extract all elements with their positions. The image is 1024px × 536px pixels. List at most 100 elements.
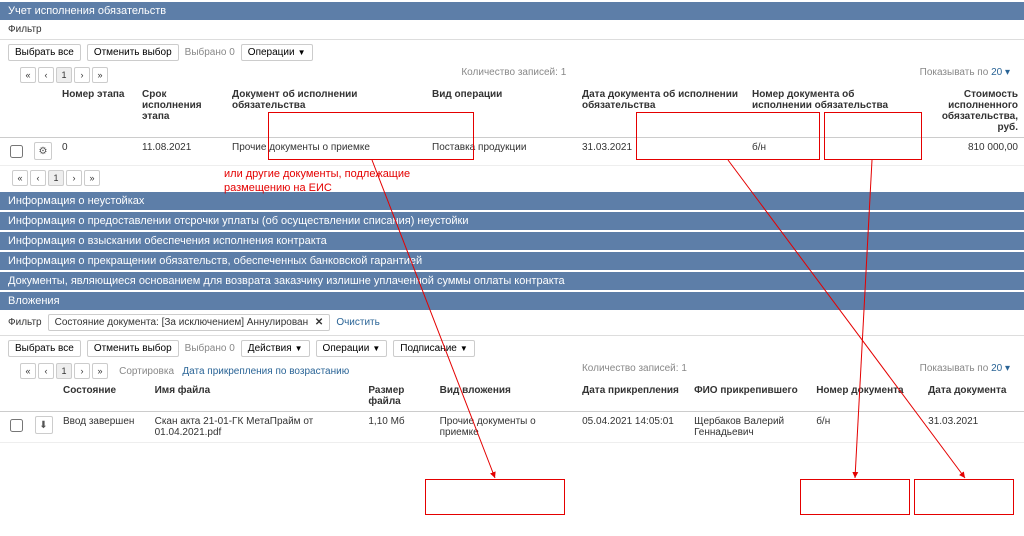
annotation-box xyxy=(914,479,1014,515)
show-per-value[interactable]: 20 xyxy=(991,363,1002,374)
selected-count: Выбрано 0 xyxy=(185,343,235,354)
select-all-button[interactable]: Выбрать все xyxy=(8,340,81,357)
col-doc-date: Дата документа об исполнении обязательст… xyxy=(576,85,746,138)
section-title: Документы, являющиеся основанием для воз… xyxy=(8,275,565,287)
operations-button[interactable]: Операции▼ xyxy=(241,44,313,61)
cell-doc-date: 31.03.2021 xyxy=(922,412,1024,443)
meta-row: « ‹ 1 › » Количество записей: 1 Показыва… xyxy=(0,65,1024,85)
pager-last[interactable]: » xyxy=(84,170,100,186)
section-title: Информация о взыскании обеспечения испол… xyxy=(8,235,327,247)
section-title: Информация о прекращении обязательств, о… xyxy=(8,255,422,267)
pager-page-1[interactable]: 1 xyxy=(48,170,64,186)
cell-attach-type: Прочие документы о приемке xyxy=(434,412,577,443)
col-filename: Имя файла xyxy=(149,381,363,412)
row-checkbox[interactable] xyxy=(10,419,23,432)
row-checkbox[interactable] xyxy=(10,145,23,158)
deselect-button[interactable]: Отменить выбор xyxy=(87,340,179,357)
filter-label: Фильтр xyxy=(8,317,42,328)
section-header-neustoiki[interactable]: Информация о неустойках xyxy=(0,192,1024,210)
records-count-value: 1 xyxy=(681,363,687,374)
filter-row: Фильтр xyxy=(0,20,1024,40)
sort-label: Сортировка xyxy=(119,366,174,377)
col-doc-number: Номер документа об исполнении обязательс… xyxy=(746,85,916,138)
vlozh-table: Состояние Имя файла Размер файла Вид вло… xyxy=(0,381,1024,443)
caret-down-icon: ▾ xyxy=(1005,363,1010,374)
meta-row-vlozh: « ‹ 1 › » Сортировка Дата прикрепления п… xyxy=(0,361,1024,381)
sort-link[interactable]: Дата прикрепления по возрастанию xyxy=(182,366,349,377)
actions-button[interactable]: Действия▼ xyxy=(241,340,310,357)
table-row: ⬇ Ввод завершен Скан акта 21-01-ГК МетаП… xyxy=(0,412,1024,443)
table-header-row: Номер этапа Срок исполнения этапа Докуме… xyxy=(0,85,1024,138)
filter-chip-state[interactable]: Состояние документа: [За исключением] Ан… xyxy=(48,314,331,331)
section-header-vozvrat[interactable]: Документы, являющиеся основанием для воз… xyxy=(0,272,1024,290)
pager-next[interactable]: › xyxy=(74,363,90,379)
annotation-box xyxy=(425,479,565,515)
caret-down-icon: ▼ xyxy=(298,48,306,57)
cell-cost: 810 000,00 xyxy=(916,138,1024,166)
pager-prev[interactable]: ‹ xyxy=(38,363,54,379)
pager-first[interactable]: « xyxy=(20,67,36,83)
toolbar-vlozh: Выбрать все Отменить выбор Выбрано 0 Дей… xyxy=(0,336,1024,361)
cell-doc-number: б/н xyxy=(746,138,916,166)
cell-doc-date: 31.03.2021 xyxy=(576,138,746,166)
section-header-otsrochka[interactable]: Информация о предоставлении отсрочки упл… xyxy=(0,212,1024,230)
toolbar: Выбрать все Отменить выбор Выбрано 0 Опе… xyxy=(0,40,1024,65)
show-per-label: Показывать по xyxy=(920,67,989,78)
operations-label: Операции xyxy=(323,343,370,354)
pager-last[interactable]: » xyxy=(92,363,108,379)
select-all-button[interactable]: Выбрать все xyxy=(8,44,81,61)
col-stage-number: Номер этапа xyxy=(56,85,136,138)
cell-exec-doc: Прочие документы о приемке xyxy=(226,138,426,166)
table-header-row: Состояние Имя файла Размер файла Вид вло… xyxy=(0,381,1024,412)
filter-clear-link[interactable]: Очистить xyxy=(336,317,380,328)
records-count-label: Количество записей: xyxy=(461,67,558,78)
pager-first[interactable]: « xyxy=(12,170,28,186)
cell-attached-by: Щербаков Валерий Геннадьевич xyxy=(688,412,810,443)
filter-label: Фильтр xyxy=(8,24,42,35)
caret-down-icon: ▼ xyxy=(295,344,303,353)
pager-prev[interactable]: ‹ xyxy=(38,67,54,83)
pager-last[interactable]: » xyxy=(92,67,108,83)
close-icon[interactable]: ✕ xyxy=(315,317,323,328)
caret-down-icon: ▼ xyxy=(372,344,380,353)
pager-next[interactable]: › xyxy=(66,170,82,186)
cell-filename: Скан акта 21-01-ГК МетаПрайм от 01.04.20… xyxy=(149,412,363,443)
annotation-box xyxy=(800,479,910,515)
deselect-button[interactable]: Отменить выбор xyxy=(87,44,179,61)
operations-label: Операции xyxy=(248,47,295,58)
section-title: Вложения xyxy=(8,295,60,307)
col-doc-date: Дата документа xyxy=(922,381,1024,412)
section-title: Учет исполнения обязательств xyxy=(8,5,166,17)
show-per-value[interactable]: 20 xyxy=(991,67,1002,78)
col-doc-number: Номер документа xyxy=(810,381,922,412)
table-row: ⚙ 0 11.08.2021 Прочие документы о приемк… xyxy=(0,138,1024,166)
section-title: Информация о предоставлении отсрочки упл… xyxy=(8,215,469,227)
gear-icon[interactable]: ⚙ xyxy=(34,142,52,160)
col-cost: Стоимость исполненного обязательства, ру… xyxy=(916,85,1024,138)
section-header-uchet: Учет исполнения обязательств xyxy=(0,2,1024,20)
section-title: Информация о неустойках xyxy=(8,195,144,207)
col-operation-type: Вид операции xyxy=(426,85,576,138)
cell-attach-date: 05.04.2021 14:05:01 xyxy=(576,412,688,443)
section-header-prekrashchenie[interactable]: Информация о прекращении обязательств, о… xyxy=(0,252,1024,270)
section-header-vlozh: Вложения xyxy=(0,292,1024,310)
filter-chip-label: Состояние документа: [За исключением] Ан… xyxy=(55,317,309,328)
cell-stage-number: 0 xyxy=(56,138,136,166)
col-filesize: Размер файла xyxy=(362,381,433,412)
pager-bottom: « ‹ 1 › » xyxy=(6,170,100,186)
pager-top: « ‹ 1 › » xyxy=(14,67,108,83)
sign-button[interactable]: Подписание▼ xyxy=(393,340,475,357)
col-attach-type: Вид вложения xyxy=(434,381,577,412)
section-header-vzyskanie[interactable]: Информация о взыскании обеспечения испол… xyxy=(0,232,1024,250)
pager-prev[interactable]: ‹ xyxy=(30,170,46,186)
pager-page-1[interactable]: 1 xyxy=(56,67,72,83)
operations-button[interactable]: Операции▼ xyxy=(316,340,388,357)
show-per-label: Показывать по xyxy=(920,363,989,374)
pager-page-1[interactable]: 1 xyxy=(56,363,72,379)
cell-state: Ввод завершен xyxy=(57,412,149,443)
sign-label: Подписание xyxy=(400,343,457,354)
download-icon[interactable]: ⬇ xyxy=(35,416,53,434)
col-attach-date: Дата прикрепления xyxy=(576,381,688,412)
pager-next[interactable]: › xyxy=(74,67,90,83)
pager-first[interactable]: « xyxy=(20,363,36,379)
